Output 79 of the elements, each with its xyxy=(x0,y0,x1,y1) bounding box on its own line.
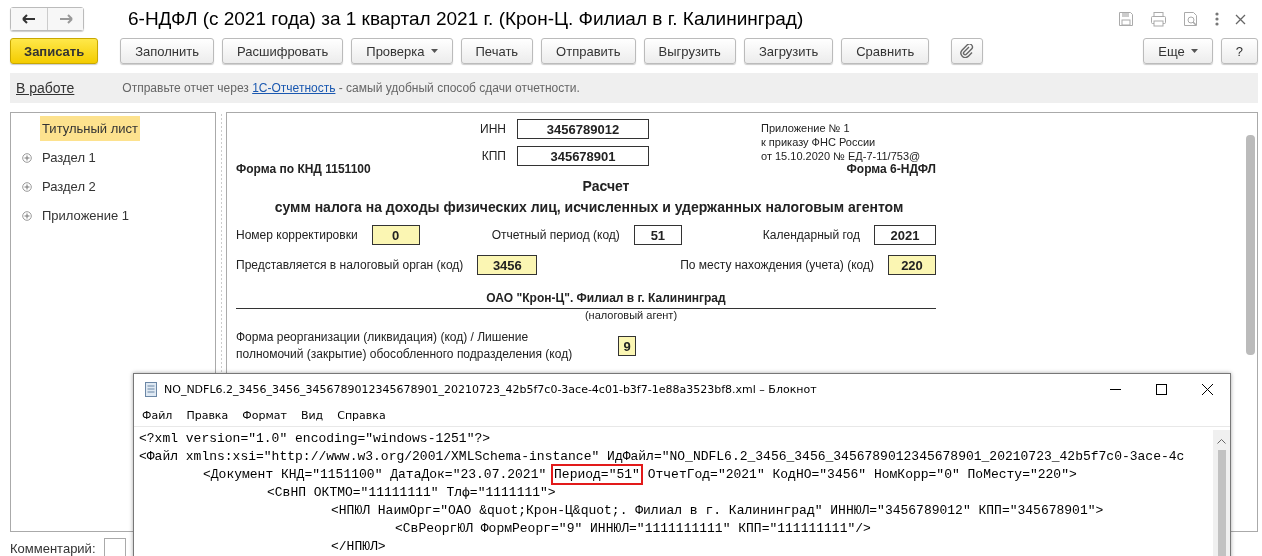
toolbar-button[interactable]: Сравнить xyxy=(841,38,930,64)
code-text: ОтчетГод="2021" КодНО="3456" НомКорр="0" ПоМесту="220"> xyxy=(646,467,1077,482)
field-label: Номер корректировки xyxy=(236,228,358,242)
form-code: Форма по КНД 1151100 xyxy=(236,162,371,176)
toolbar-button[interactable]: Заполнить xyxy=(120,38,215,64)
section-item[interactable]: Приложение 1 xyxy=(40,203,132,228)
more-options-icon[interactable] xyxy=(1215,12,1219,26)
code-text: <СвНП ОКТМО="11111111" Тлф="1111111"> xyxy=(267,485,556,500)
field-label: Отчетный период (код) xyxy=(491,228,620,242)
input-field[interactable]: 2021 xyxy=(874,225,936,245)
form-title: Расчет xyxy=(581,178,631,194)
window-title: 6-НДФЛ (с 2021 года) за 1 квартал 2021 г. (Крон-Ц. Филиал в г. Калининград) xyxy=(128,8,804,30)
field-label: Форма реорганизации (ликвидация) (код) / Лишение полномочий (закрытие) обособленного подразделения (код) xyxy=(236,329,574,363)
order-note: от 15.10.2020 № ЕД-7-11/753@ xyxy=(761,149,921,163)
field-label: По месту нахождения (учета) (код) xyxy=(680,258,874,272)
save-button[interactable]: Записать xyxy=(10,38,99,64)
scroll-up-icon[interactable] xyxy=(1217,438,1226,444)
comment-label: Комментарий: xyxy=(10,540,96,556)
comment-field[interactable] xyxy=(103,538,126,556)
section-item[interactable]: Раздел 2 xyxy=(40,174,98,199)
input-field[interactable]: 51 xyxy=(633,225,682,245)
caret-icon xyxy=(1190,49,1198,53)
agent-caption: (налоговый агент) xyxy=(583,309,679,321)
toolbar-button[interactable]: Расшифровать xyxy=(222,38,344,64)
section-item[interactable]: Титульный лист xyxy=(40,116,140,141)
form-name: Форма 6-НДФЛ xyxy=(846,162,936,176)
expand-icon[interactable] xyxy=(22,210,32,221)
info-message: Отправьте отчет через 1С-Отчетность - самый удобный способ сдачи отчетности. xyxy=(122,81,580,95)
field-label: Календарный год xyxy=(762,228,860,242)
menu-item[interactable]: Файл xyxy=(142,408,173,422)
window-title: NO_NDFL6.2_3456_3456_3456789012345678901_20210723_42b5f7c0-3ace-4c01-b3f7-1e88a3523bf8.xml – Блокнот xyxy=(164,382,817,396)
close-icon[interactable] xyxy=(1202,383,1213,395)
input-field[interactable]: 3456 xyxy=(477,255,538,275)
help-button[interactable]: ? xyxy=(1220,38,1258,64)
notepad-icon xyxy=(144,381,158,397)
toolbar-button[interactable]: Выгрузить xyxy=(643,38,736,64)
menu-item[interactable]: Вид xyxy=(300,408,324,422)
service-link[interactable]: 1С-Отчетность xyxy=(252,81,336,95)
menu-item[interactable]: Правка xyxy=(186,408,229,422)
form-subtitle: сумм налога на доходы физических лиц, исчисленных и удержанных налоговым агентом xyxy=(273,199,905,215)
expand-icon[interactable] xyxy=(22,181,32,192)
field-label: КПП xyxy=(481,149,506,163)
code-text: <НПЮЛ НаимОрг="ОАО &quot;Крон-Ц&quot;. Филиал в г. Калининград" ИННЮЛ="3456789012" КПП="345678901"> xyxy=(331,503,1104,518)
forward-arrow-icon xyxy=(58,14,73,24)
code-text: <Документ КНД="1151100" ДатаДок="23.07.2021" xyxy=(203,467,548,482)
back-button[interactable] xyxy=(11,8,47,30)
paperclip-icon xyxy=(960,44,975,58)
back-arrow-icon xyxy=(22,14,36,24)
toolbar-button[interactable]: Печать xyxy=(460,38,534,64)
order-note: Приложение № 1 xyxy=(761,121,851,135)
status-link[interactable]: В работе xyxy=(16,80,75,96)
print-icon[interactable] xyxy=(1150,11,1167,27)
caret-icon xyxy=(430,49,438,53)
field-label: Представляется в налоговый орган (код) xyxy=(236,258,464,272)
save-icon[interactable] xyxy=(1118,11,1134,27)
expand-icon[interactable] xyxy=(22,152,32,163)
more-button[interactable]: Еще xyxy=(1143,38,1213,64)
section-item[interactable]: Раздел 1 xyxy=(40,145,98,170)
menu-item[interactable]: Справка xyxy=(337,408,386,422)
preview-icon[interactable] xyxy=(1183,11,1199,27)
toolbar-button[interactable]: Проверка xyxy=(351,38,453,64)
input-field[interactable]: 345678901 xyxy=(517,146,649,166)
toolbar-button[interactable]: Отправить xyxy=(541,38,636,64)
menu-item[interactable]: Формат xyxy=(242,408,287,422)
maximize-icon[interactable] xyxy=(1156,383,1167,395)
field-label: ИНН xyxy=(480,122,506,136)
agent-name: ОАО "Крон-Ц". Филиал в г. Калининград xyxy=(236,291,936,309)
order-note: к приказу ФНС России xyxy=(761,135,877,149)
input-field[interactable]: 3456789012 xyxy=(517,119,649,139)
code-text: </НПЮЛ> xyxy=(331,539,386,554)
input-field[interactable]: 0 xyxy=(371,225,420,245)
highlighted-code: Период="51" xyxy=(551,464,643,485)
code-text: <?xml version="1.0" encoding="windows-1251"?> xyxy=(139,431,491,446)
toolbar-button[interactable]: Загрузить xyxy=(743,38,834,64)
input-field[interactable]: 220 xyxy=(888,255,936,275)
input-field[interactable]: 9 xyxy=(618,336,636,356)
code-text: <СвРеоргЮЛ ФормРеорг="9" ИННЮЛ="1111111111" КПП="111111111"/> xyxy=(395,521,871,536)
attach-button[interactable] xyxy=(951,38,984,64)
code-text: <Файл xmlns:xsi="http://www.w3.org/2001/XMLSchema-instance" ИдФайл="NO_NDFL6.2_3456_3456_3456789012345678901_20210723_42b5f7c0-3ace-4c xyxy=(139,449,1185,464)
